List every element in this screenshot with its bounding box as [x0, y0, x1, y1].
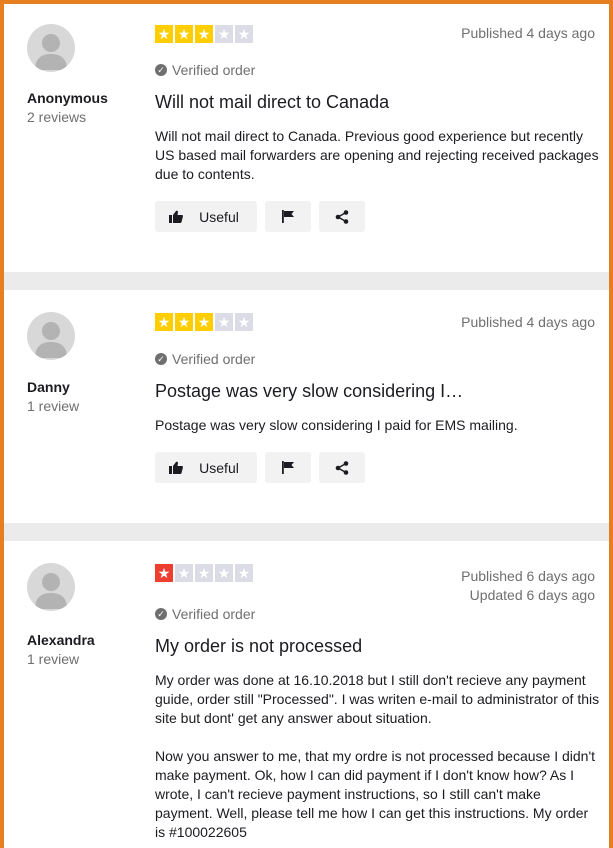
star-icon: ★ — [155, 313, 173, 331]
review-card: Danny 1 review ★ ★ ★ ★ ★ Published 4 day… — [4, 290, 609, 523]
share-icon — [335, 460, 349, 475]
star-icon: ★ — [155, 25, 173, 43]
review-body: Will not mail direct to Canada. Previous… — [155, 128, 599, 182]
review-actions: Useful — [155, 452, 365, 483]
star-icon: ★ — [235, 564, 253, 582]
review-title[interactable]: My order is not processed — [155, 636, 362, 657]
thumbs-up-icon — [169, 210, 184, 223]
reviewer-review-count: 1 review — [27, 651, 80, 667]
useful-button[interactable]: Useful — [155, 452, 257, 483]
reviewer-review-count: 2 reviews — [27, 109, 87, 125]
reviewer-name[interactable]: Danny — [27, 379, 70, 395]
reviewer-name[interactable]: Alexandra — [27, 632, 95, 648]
flag-icon — [282, 210, 294, 223]
reviews-list: Anonymous 2 reviews ★ ★ ★ ★ ★ Published … — [4, 4, 609, 848]
star-rating: ★ ★ ★ ★ ★ — [155, 564, 253, 582]
useful-button[interactable]: Useful — [155, 201, 257, 232]
verified-badge: ✓ Verified order — [155, 606, 255, 622]
check-circle-icon: ✓ — [155, 608, 167, 620]
star-icon: ★ — [175, 313, 193, 331]
updated-date: Updated 6 days ago — [469, 587, 595, 603]
star-icon: ★ — [195, 313, 213, 331]
share-button[interactable] — [319, 452, 365, 483]
star-icon: ★ — [215, 313, 233, 331]
review-title[interactable]: Will not mail direct to Canada — [155, 92, 389, 113]
review-body: Postage was very slow considering I paid… — [155, 417, 518, 433]
avatar[interactable] — [27, 312, 75, 360]
report-button[interactable] — [265, 452, 311, 483]
reviewer-name[interactable]: Anonymous — [27, 90, 108, 106]
share-button[interactable] — [319, 201, 365, 232]
published-date: Published 6 days ago — [461, 568, 595, 584]
avatar[interactable] — [27, 24, 75, 72]
star-icon: ★ — [155, 564, 173, 582]
star-rating: ★ ★ ★ ★ ★ — [155, 25, 253, 43]
review-dates: Published 6 days ago Updated 6 days ago — [461, 567, 595, 605]
avatar[interactable] — [27, 563, 75, 611]
verified-badge: ✓ Verified order — [155, 62, 255, 78]
verified-badge: ✓ Verified order — [155, 351, 255, 367]
check-circle-icon: ✓ — [155, 353, 167, 365]
report-button[interactable] — [265, 201, 311, 232]
review-body: My order was done at 16.10.2018 but I st… — [155, 672, 600, 840]
star-icon: ★ — [215, 564, 233, 582]
star-rating: ★ ★ ★ ★ ★ — [155, 313, 253, 331]
star-icon: ★ — [195, 25, 213, 43]
review-title[interactable]: Postage was very slow considering I… — [155, 381, 463, 402]
star-icon: ★ — [235, 313, 253, 331]
review-actions: Useful — [155, 201, 365, 232]
published-date: Published 4 days ago — [461, 25, 595, 41]
star-icon: ★ — [195, 564, 213, 582]
published-date: Published 4 days ago — [461, 314, 595, 330]
star-icon: ★ — [235, 25, 253, 43]
review-card: Anonymous 2 reviews ★ ★ ★ ★ ★ Published … — [4, 4, 609, 272]
thumbs-up-icon — [169, 461, 184, 474]
share-icon — [335, 209, 349, 224]
check-circle-icon: ✓ — [155, 64, 167, 76]
flag-icon — [282, 461, 294, 474]
star-icon: ★ — [215, 25, 233, 43]
reviewer-review-count: 1 review — [27, 398, 80, 414]
star-icon: ★ — [175, 564, 193, 582]
review-card: Alexandra 1 review ★ ★ ★ ★ ★ Published 6… — [4, 541, 609, 848]
star-icon: ★ — [175, 25, 193, 43]
